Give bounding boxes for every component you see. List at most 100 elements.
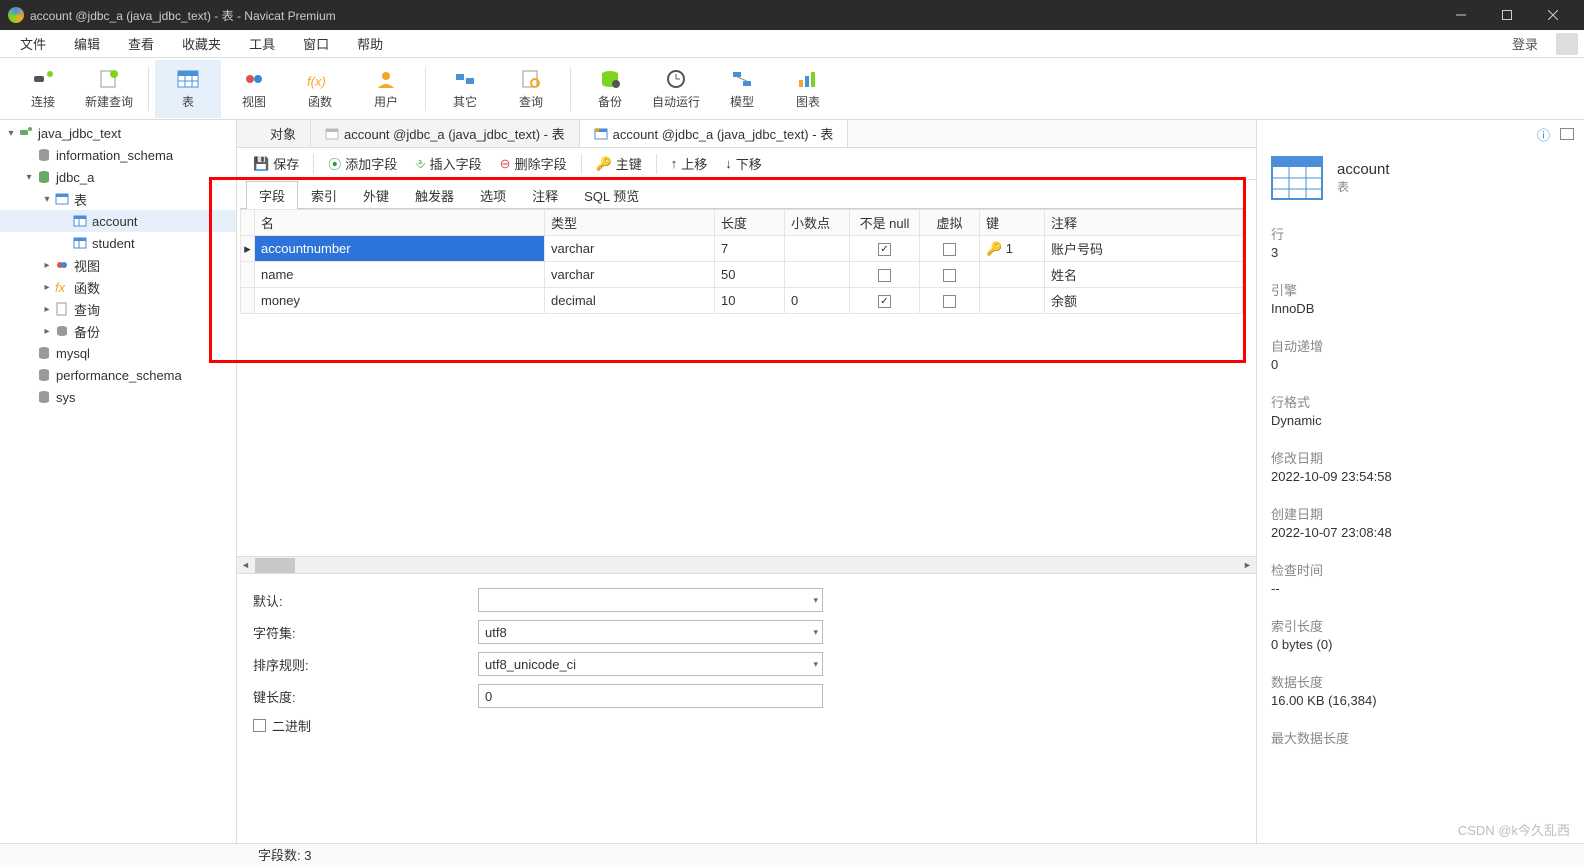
toolbar-func[interactable]: f(x)函数 — [287, 60, 353, 118]
toolbar-view[interactable]: 视图 — [221, 60, 287, 118]
virtual-checkbox[interactable] — [943, 269, 956, 282]
tree-node-备份[interactable]: ▸备份 — [0, 320, 236, 342]
toolbar-backup[interactable]: 备份 — [577, 60, 643, 118]
tree-node-表[interactable]: ▾表 — [0, 188, 236, 210]
login-link[interactable]: 登录 — [1498, 30, 1552, 57]
tree-node-student[interactable]: student — [0, 232, 236, 254]
conn-icon — [18, 125, 34, 141]
expand-icon[interactable]: ▸ — [40, 260, 54, 271]
chart-icon — [795, 68, 821, 90]
notnull-checkbox[interactable] — [878, 269, 891, 282]
expand-icon[interactable]: ▸ — [40, 326, 54, 337]
notnull-checkbox[interactable] — [878, 243, 891, 256]
h-scrollbar[interactable]: ◄ ► — [237, 556, 1256, 573]
keylen-label: 键长度: — [253, 687, 478, 706]
tree-node-查询[interactable]: ▸查询 — [0, 298, 236, 320]
tab-1[interactable]: account @jdbc_a (java_jdbc_text) - 表 — [311, 120, 580, 147]
table-icon — [175, 68, 201, 90]
dbopen-icon — [36, 169, 52, 185]
info-icon[interactable]: ⓘ — [1537, 125, 1550, 144]
subtab-选项[interactable]: 选项 — [467, 181, 519, 209]
notnull-checkbox[interactable] — [878, 295, 891, 308]
tree-node-performance_schema[interactable]: performance_schema — [0, 364, 236, 386]
toolbar-newquery[interactable]: 新建查询 — [76, 60, 142, 118]
charset-label: 字符集: — [253, 623, 478, 642]
fields-grid[interactable]: 名类型长度小数点不是 null虚拟键注释▸accountnumbervarcha… — [240, 209, 1243, 360]
tree-node-information_schema[interactable]: information_schema — [0, 144, 236, 166]
info-title: account — [1337, 161, 1390, 178]
avatar-icon[interactable] — [1556, 33, 1578, 55]
scroll-right-icon[interactable]: ► — [1239, 557, 1256, 574]
toolbar-table[interactable]: 表 — [155, 60, 221, 118]
tree-node-java_jdbc_text[interactable]: ▾java_jdbc_text — [0, 122, 236, 144]
binary-checkbox[interactable] — [253, 719, 266, 732]
object-tree[interactable]: ▾java_jdbc_textinformation_schema▾jdbc_a… — [0, 120, 237, 843]
tree-node-mysql[interactable]: mysql — [0, 342, 236, 364]
expand-icon[interactable]: ▾ — [40, 194, 54, 205]
add-field-button[interactable]: ⦿添加字段 — [320, 151, 405, 176]
main-toolbar: 连接新建查询表视图f(x)函数用户其它查询备份自动运行模型图表 — [0, 58, 1584, 120]
tab-0[interactable]: 对象 — [237, 120, 311, 147]
move-up-button[interactable]: ↑上移 — [663, 151, 716, 176]
tab-icon — [325, 127, 339, 141]
insert-field-button[interactable]: ⎀插入字段 — [407, 151, 489, 176]
newquery-icon — [96, 68, 122, 90]
tables-icon — [54, 191, 70, 207]
keylen-input[interactable]: 0 — [478, 684, 823, 708]
move-down-button[interactable]: ↓下移 — [717, 151, 770, 176]
maximize-button[interactable] — [1484, 0, 1530, 30]
info-item: 引擎InnoDB — [1257, 274, 1584, 330]
toolbar-auto[interactable]: 自动运行 — [643, 60, 709, 118]
toolbar-connect[interactable]: 连接 — [10, 60, 76, 118]
menu-tools[interactable]: 工具 — [235, 30, 289, 57]
field-row-name[interactable]: namevarchar50姓名 — [241, 262, 1243, 288]
expand-icon[interactable]: ▾ — [4, 128, 18, 139]
subtab-触发器[interactable]: 触发器 — [402, 181, 467, 209]
backup-icon — [597, 68, 623, 90]
charset-select[interactable]: utf8▾ — [478, 620, 823, 644]
toolbar-model[interactable]: 模型 — [709, 60, 775, 118]
virtual-checkbox[interactable] — [943, 243, 956, 256]
menu-fav[interactable]: 收藏夹 — [168, 30, 235, 57]
scroll-left-icon[interactable]: ◄ — [237, 557, 254, 574]
menu-window[interactable]: 窗口 — [289, 30, 343, 57]
field-row-money[interactable]: moneydecimal100余额 — [241, 288, 1243, 314]
tree-node-jdbc_a[interactable]: ▾jdbc_a — [0, 166, 236, 188]
virtual-checkbox[interactable] — [943, 295, 956, 308]
tab-icon — [594, 127, 608, 141]
subtab-外键[interactable]: 外键 — [350, 181, 402, 209]
subtab-字段[interactable]: 字段 — [246, 181, 298, 209]
toolbar-user[interactable]: 用户 — [353, 60, 419, 118]
subtab-注释[interactable]: 注释 — [519, 181, 571, 209]
toolbar-other[interactable]: 其它 — [432, 60, 498, 118]
toolbar-query[interactable]: 查询 — [498, 60, 564, 118]
info-item: 修改日期2022-10-09 23:54:58 — [1257, 442, 1584, 498]
expand-icon[interactable]: ▸ — [40, 282, 54, 293]
primary-key-button[interactable]: 🔑主键 — [588, 151, 650, 176]
up-icon: ↑ — [671, 156, 678, 171]
collation-select[interactable]: utf8_unicode_ci▾ — [478, 652, 823, 676]
close-button[interactable] — [1530, 0, 1576, 30]
tree-node-sys[interactable]: sys — [0, 386, 236, 408]
subtab-SQL 预览[interactable]: SQL 预览 — [571, 181, 652, 209]
scroll-thumb[interactable] — [255, 558, 295, 573]
panel-toggle-icon[interactable] — [1560, 128, 1574, 140]
tree-node-account[interactable]: account — [0, 210, 236, 232]
field-row-accountnumber[interactable]: ▸accountnumbervarchar7🔑 1账户号码 — [241, 236, 1243, 262]
tree-node-函数[interactable]: ▸fx函数 — [0, 276, 236, 298]
auto-icon — [663, 68, 689, 90]
tab-2[interactable]: account @jdbc_a (java_jdbc_text) - 表 — [580, 120, 849, 147]
menu-edit[interactable]: 编辑 — [60, 30, 114, 57]
expand-icon[interactable]: ▸ — [40, 304, 54, 315]
minimize-button[interactable] — [1438, 0, 1484, 30]
menu-help[interactable]: 帮助 — [343, 30, 397, 57]
menu-view[interactable]: 查看 — [114, 30, 168, 57]
delete-field-button[interactable]: ⊖删除字段 — [492, 151, 575, 176]
tree-node-视图[interactable]: ▸视图 — [0, 254, 236, 276]
subtab-索引[interactable]: 索引 — [298, 181, 350, 209]
save-button[interactable]: 💾保存 — [245, 151, 307, 176]
menu-file[interactable]: 文件 — [6, 30, 60, 57]
toolbar-chart[interactable]: 图表 — [775, 60, 841, 118]
default-select[interactable]: ▾ — [478, 588, 823, 612]
expand-icon[interactable]: ▾ — [22, 172, 36, 183]
